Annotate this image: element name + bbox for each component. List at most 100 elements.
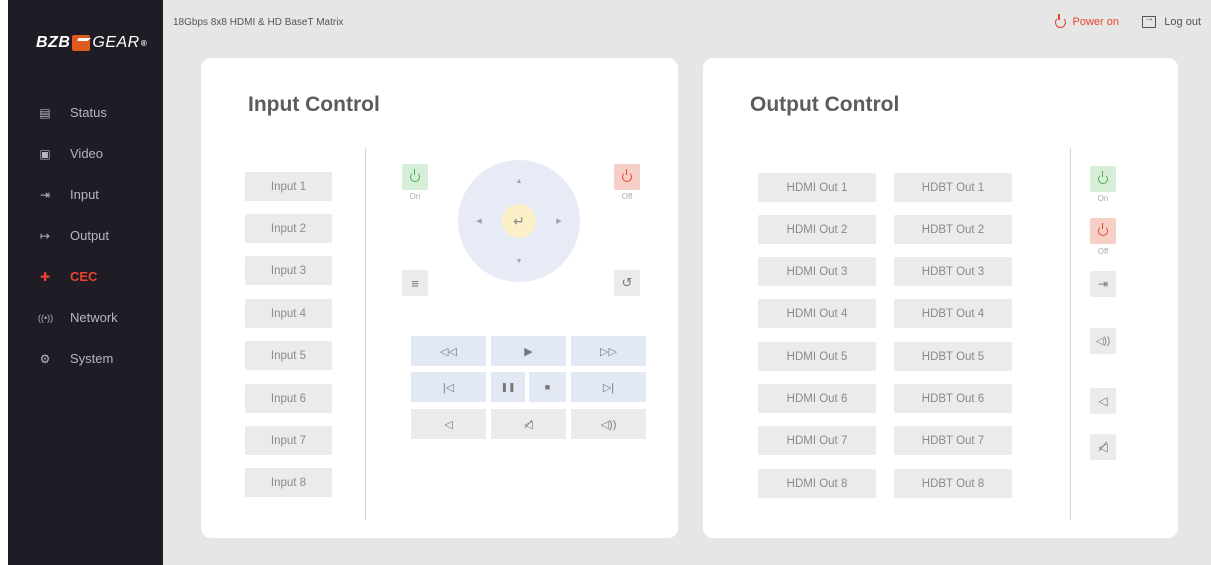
fast-forward-icon: ▷▷ <box>600 345 617 358</box>
rewind-icon: ◁◁ <box>440 345 457 358</box>
output-power-on-button[interactable] <box>1090 166 1116 192</box>
hdmi-out-3-button[interactable]: HDMI Out 3 <box>758 257 876 286</box>
input-icon: ⇥ <box>39 187 51 202</box>
divider <box>365 148 366 520</box>
hdmi-out-7-button[interactable]: HDMI Out 7 <box>758 426 876 455</box>
hdbt-out-1-button[interactable]: HDBT Out 1 <box>894 173 1012 202</box>
input-control-card: Input Control Input 1 Input 2 Input 3 In… <box>201 58 678 538</box>
brand-part2: GEAR <box>92 34 140 51</box>
sidebar-item-input[interactable]: ⇥ Input <box>8 174 163 215</box>
sidebar-item-label: Input <box>70 187 99 202</box>
hdbt-out-6-button[interactable]: HDBT Out 6 <box>894 384 1012 413</box>
sidebar-item-cec[interactable]: ✚ CEC <box>8 256 163 297</box>
sidebar-item-label: System <box>70 351 114 366</box>
hdbt-out-7-button[interactable]: HDBT Out 7 <box>894 426 1012 455</box>
sidebar-item-label: Video <box>70 146 104 161</box>
sidebar-item-label: CEC <box>70 269 98 284</box>
mute-button[interactable]: ◁̸ <box>491 409 566 439</box>
hdbt-out-4-button[interactable]: HDBT Out 4 <box>894 299 1012 328</box>
menu-icon: ≡ <box>411 275 419 291</box>
sidebar-item-system[interactable]: ⚙ System <box>8 338 163 379</box>
input-4-button[interactable]: Input 4 <box>245 299 332 328</box>
volume-down-button[interactable]: ◁ <box>411 409 486 439</box>
arrow-down-icon[interactable]: ▼ <box>511 253 527 269</box>
sidebar-nav: ▤ Status ▣ Video ⇥ Input ↦ Output ✚ CEC ((•))… <box>8 92 163 379</box>
fast-forward-button[interactable]: ▷▷ <box>571 336 646 366</box>
hdbt-out-5-button[interactable]: HDBT Out 5 <box>894 342 1012 371</box>
previous-icon: |◁ <box>442 381 455 394</box>
brand-mark-icon <box>72 35 91 51</box>
input-2-button[interactable]: Input 2 <box>245 214 332 243</box>
arrow-left-icon[interactable]: ◀ <box>471 213 487 229</box>
input-1-button[interactable]: Input 1 <box>245 172 332 201</box>
power-icon <box>1098 171 1108 184</box>
play-button[interactable]: ▶ <box>491 336 566 366</box>
input-7-button[interactable]: Input 7 <box>245 426 332 455</box>
network-icon: ((•)) <box>38 312 54 323</box>
previous-button[interactable]: |◁ <box>411 372 486 402</box>
on-label: On <box>1097 194 1109 203</box>
back-icon: ↺ <box>621 275 633 290</box>
brand-part1: BZB <box>36 34 71 51</box>
hdmi-out-2-button[interactable]: HDMI Out 2 <box>758 215 876 244</box>
brand-logo: BZB GEAR ® <box>36 34 147 52</box>
output-icon: ↦ <box>39 228 51 243</box>
power-icon <box>410 169 420 182</box>
input-control-title: Input Control <box>248 93 380 116</box>
back-button[interactable]: ↺ <box>614 270 640 296</box>
next-icon: ▷| <box>602 381 615 394</box>
mute-icon: ◁̸ <box>524 418 533 431</box>
output-control-title: Output Control <box>750 93 900 116</box>
sidebar-item-output[interactable]: ↦ Output <box>8 215 163 256</box>
volume-up-button[interactable]: ◁)) <box>571 409 646 439</box>
enter-icon[interactable]: ↵ <box>502 204 536 238</box>
hdmi-out-5-button[interactable]: HDMI Out 5 <box>758 342 876 371</box>
top-bar: 18Gbps 8x8 HDMI & HD BaseT Matrix Power … <box>163 0 1211 48</box>
volume-up-icon: ◁)) <box>1095 335 1111 347</box>
power-on-button[interactable]: Power on <box>1054 13 1119 28</box>
pause-icon: ❚❚ <box>500 381 516 392</box>
hdbt-out-8-button[interactable]: HDBT Out 8 <box>894 469 1012 498</box>
input-8-button[interactable]: Input 8 <box>245 468 332 497</box>
rewind-button[interactable]: ◁◁ <box>411 336 486 366</box>
arrow-right-icon[interactable]: ▶ <box>551 213 567 229</box>
input-3-button[interactable]: Input 3 <box>245 256 332 285</box>
next-button[interactable]: ▷| <box>571 372 646 402</box>
input-5-button[interactable]: Input 5 <box>245 341 332 370</box>
output-power-off-button[interactable] <box>1090 218 1116 244</box>
menu-button[interactable]: ≡ <box>402 270 428 296</box>
power-icon <box>1098 223 1108 236</box>
brand-reg: ® <box>140 38 148 48</box>
hdbt-out-2-button[interactable]: HDBT Out 2 <box>894 215 1012 244</box>
hdmi-out-1-button[interactable]: HDMI Out 1 <box>758 173 876 202</box>
output-input-switch-button[interactable]: ⇥ <box>1090 271 1116 297</box>
output-volume-down-button[interactable]: ◁ <box>1090 388 1116 414</box>
power-icon <box>1054 13 1066 28</box>
play-icon: ▶ <box>524 345 533 358</box>
stop-button[interactable]: ■ <box>529 372 566 402</box>
pause-button[interactable]: ❚❚ <box>491 372 525 402</box>
off-label: Off <box>1097 247 1109 256</box>
on-label: On <box>409 192 421 201</box>
input-6-button[interactable]: Input 6 <box>245 384 332 413</box>
input-power-on-button[interactable] <box>402 164 428 190</box>
sidebar-item-video[interactable]: ▣ Video <box>8 133 163 174</box>
output-volume-up-button[interactable]: ◁)) <box>1090 328 1116 354</box>
device-title: 18Gbps 8x8 HDMI & HD BaseT Matrix <box>173 17 344 28</box>
input-power-off-button[interactable] <box>614 164 640 190</box>
off-label: Off <box>621 192 633 201</box>
app-root: BZB GEAR ® ▤ Status ▣ Video ⇥ Input ↦ Output… <box>8 0 1211 565</box>
output-mute-button[interactable]: ◁̸ <box>1090 434 1116 460</box>
hdmi-out-6-button[interactable]: HDMI Out 6 <box>758 384 876 413</box>
hdbt-out-3-button[interactable]: HDBT Out 3 <box>894 257 1012 286</box>
sidebar-item-status[interactable]: ▤ Status <box>8 92 163 133</box>
logout-button[interactable]: Log out <box>1142 13 1201 28</box>
hdmi-out-4-button[interactable]: HDMI Out 4 <box>758 299 876 328</box>
gear-icon: ⚙ <box>39 351 51 366</box>
output-control-card: Output Control HDMI Out 1 HDMI Out 2 HDM… <box>703 58 1178 538</box>
hdmi-out-8-button[interactable]: HDMI Out 8 <box>758 469 876 498</box>
sidebar-item-network[interactable]: ((•)) Network <box>8 297 163 338</box>
logout-label: Log out <box>1164 16 1201 28</box>
logout-icon <box>1142 13 1157 28</box>
arrow-up-icon[interactable]: ▲ <box>511 173 527 189</box>
